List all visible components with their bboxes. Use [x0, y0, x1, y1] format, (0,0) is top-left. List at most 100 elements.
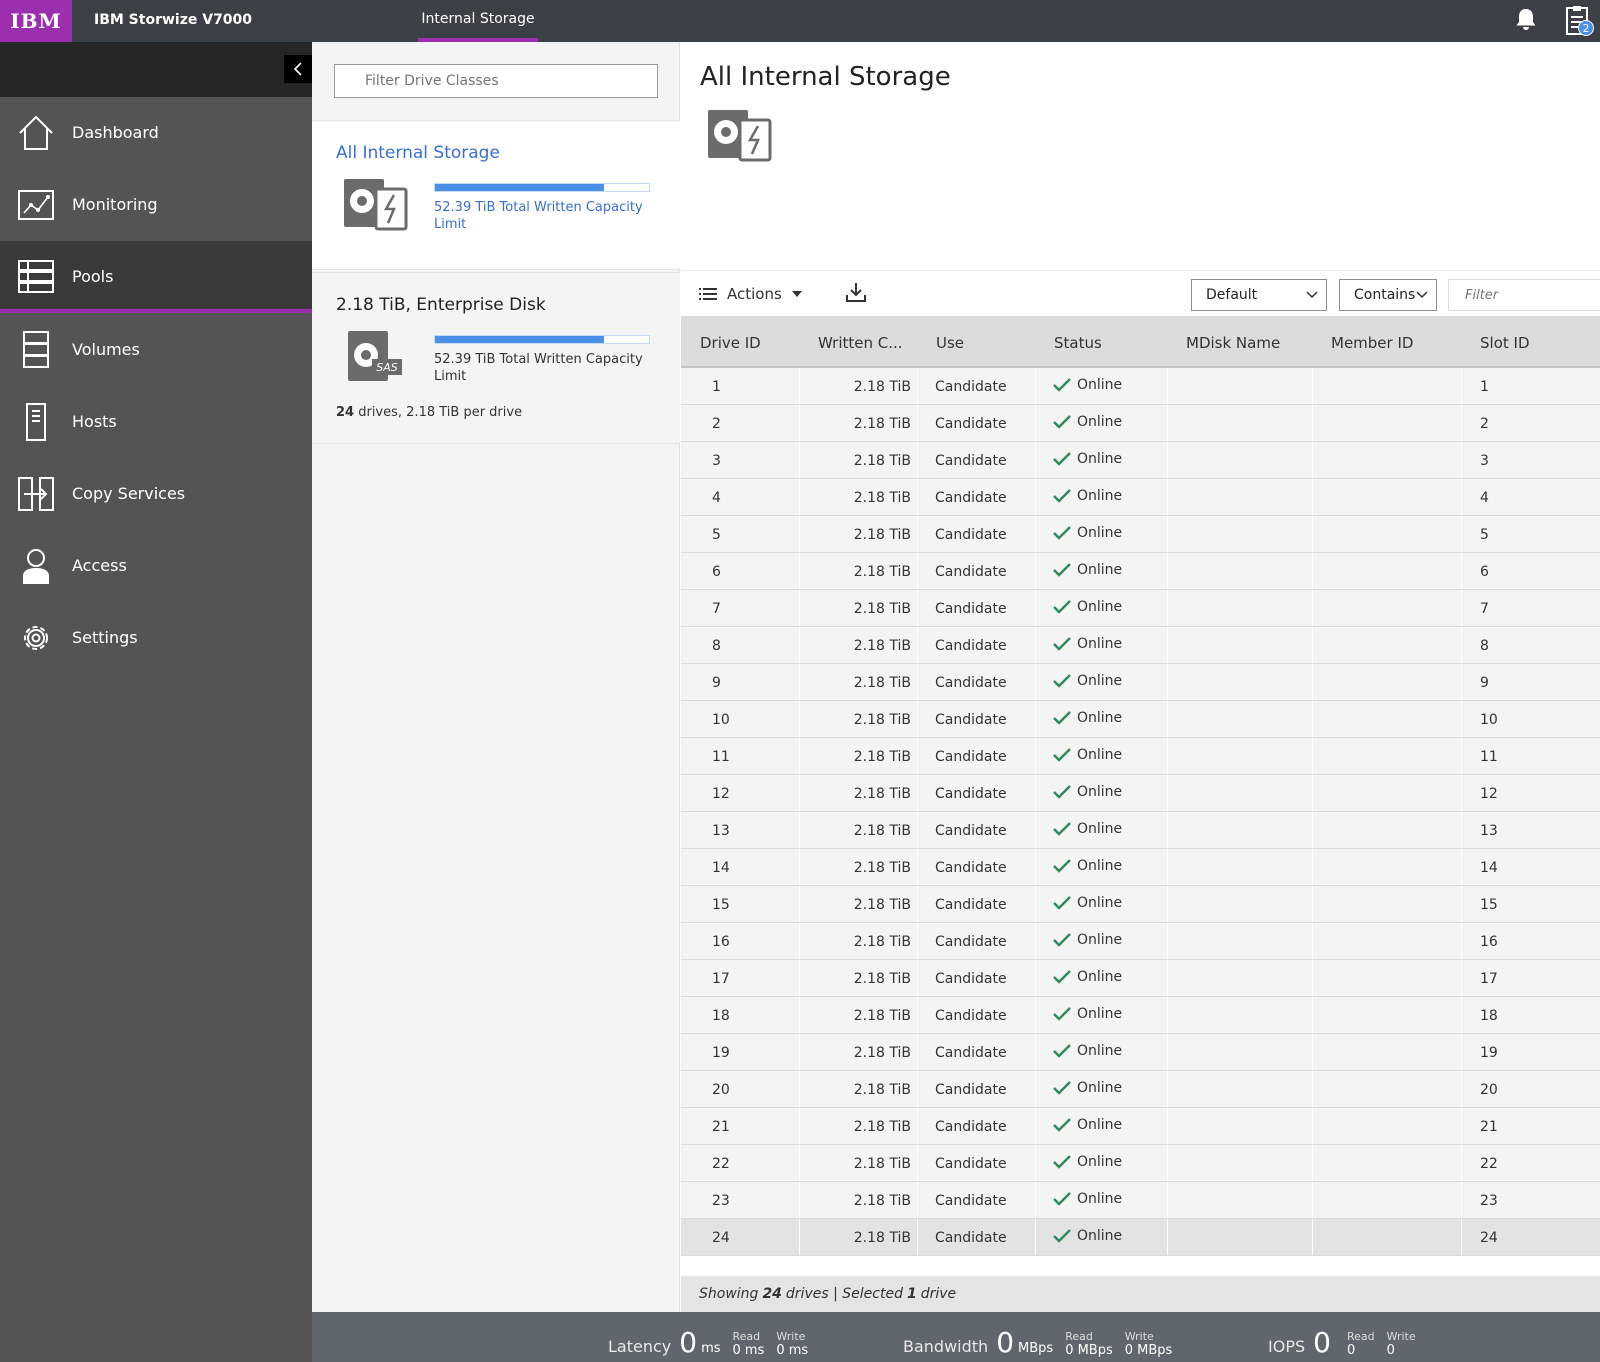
- actions-label: Actions: [727, 285, 782, 303]
- table-row[interactable]: 20 2.18 TiB Candidate Online 20: [681, 1071, 1600, 1108]
- bell-icon[interactable]: [1512, 6, 1540, 34]
- cell-drive-id: 5: [712, 527, 721, 543]
- bandwidth-metric[interactable]: Bandwidth 0 MBps Read 0 MBps Write 0 MBps: [903, 1320, 1184, 1359]
- table-row[interactable]: 10 2.18 TiB Candidate Online 10: [681, 701, 1600, 738]
- cell-slot-id: 7: [1480, 601, 1489, 617]
- sidebar-item-dashboard[interactable]: Dashboard: [0, 97, 312, 169]
- cell-slot-id: 3: [1480, 453, 1489, 469]
- drive-class-card-enterprise[interactable]: 2.18 TiB, Enterprise Disk SAS 52.39 TiB …: [312, 272, 680, 444]
- checkmark-icon: [1053, 1155, 1071, 1169]
- tab-internal-storage[interactable]: Internal Storage: [418, 0, 538, 42]
- column-separator: [1461, 1219, 1462, 1255]
- column-header-member-id[interactable]: Member ID: [1331, 334, 1413, 352]
- cell-slot-id: 1: [1480, 379, 1489, 395]
- table-row[interactable]: 21 2.18 TiB Candidate Online 21: [681, 1108, 1600, 1145]
- collapse-sidebar-button[interactable]: [284, 55, 312, 83]
- table-row[interactable]: 2 2.18 TiB Candidate Online 2: [681, 405, 1600, 442]
- column-separator: [1461, 886, 1462, 922]
- table-row[interactable]: 1 2.18 TiB Candidate Online 1: [681, 368, 1600, 405]
- column-separator: [917, 775, 918, 811]
- sidebar-item-hosts[interactable]: Hosts: [0, 386, 312, 458]
- table-row[interactable]: 14 2.18 TiB Candidate Online 14: [681, 849, 1600, 886]
- table-row[interactable]: 4 2.18 TiB Candidate Online 4: [681, 479, 1600, 516]
- cell-status: Online: [1053, 710, 1122, 726]
- column-separator: [1167, 368, 1168, 404]
- checkmark-icon: [1053, 1044, 1071, 1058]
- column-separator: [1167, 627, 1168, 663]
- table-row[interactable]: 17 2.18 TiB Candidate Online 17: [681, 960, 1600, 997]
- table-row[interactable]: 13 2.18 TiB Candidate Online 13: [681, 812, 1600, 849]
- column-separator: [799, 1071, 800, 1107]
- capacity-bar: [434, 335, 650, 344]
- copy-services-icon: [18, 477, 54, 511]
- actions-menu-button[interactable]: Actions: [699, 281, 802, 307]
- status-text: Online: [1077, 1191, 1123, 1207]
- iops-metric[interactable]: IOPS 0 Read 0 Write 0: [1268, 1320, 1428, 1359]
- ibm-logo[interactable]: IBM: [0, 0, 72, 42]
- download-icon[interactable]: [845, 281, 867, 303]
- cell-status: Online: [1053, 1154, 1122, 1170]
- latency-metric[interactable]: Latency 0 ms Read 0 ms Write 0 ms: [608, 1320, 820, 1359]
- table-row[interactable]: 9 2.18 TiB Candidate Online 9: [681, 664, 1600, 701]
- column-header-mdisk-name[interactable]: MDisk Name: [1186, 334, 1280, 352]
- table-row[interactable]: 11 2.18 TiB Candidate Online 11: [681, 738, 1600, 775]
- table-row[interactable]: 24 2.18 TiB Candidate Online 24: [681, 1219, 1600, 1256]
- sidebar-item-settings[interactable]: Settings: [0, 602, 312, 674]
- table-row[interactable]: 7 2.18 TiB Candidate Online 7: [681, 590, 1600, 627]
- column-header-status[interactable]: Status: [1054, 334, 1102, 352]
- cell-drive-id: 4: [712, 490, 721, 506]
- column-separator: [799, 923, 800, 959]
- column-separator: [1167, 516, 1168, 552]
- view-select[interactable]: Default: [1191, 279, 1327, 311]
- column-separator: [799, 849, 800, 885]
- column-separator: [1312, 368, 1313, 404]
- cell-slot-id: 16: [1480, 934, 1498, 950]
- cell-written-capacity: 2.18 TiB: [853, 1008, 911, 1024]
- table-row[interactable]: 3 2.18 TiB Candidate Online 3: [681, 442, 1600, 479]
- column-separator: [917, 738, 918, 774]
- column-header-slot-id[interactable]: Slot ID: [1480, 334, 1530, 352]
- table-row[interactable]: 18 2.18 TiB Candidate Online 18: [681, 997, 1600, 1034]
- footer-count: 24: [762, 1286, 782, 1302]
- sidebar-item-access[interactable]: Access: [0, 530, 312, 602]
- table-row[interactable]: 6 2.18 TiB Candidate Online 6: [681, 553, 1600, 590]
- table-row[interactable]: 19 2.18 TiB Candidate Online 19: [681, 1034, 1600, 1071]
- table-row[interactable]: 16 2.18 TiB Candidate Online 16: [681, 923, 1600, 960]
- cell-status: Online: [1053, 525, 1122, 541]
- sidebar-item-copy-services[interactable]: Copy Services: [0, 458, 312, 530]
- table-row[interactable]: 23 2.18 TiB Candidate Online 23: [681, 1182, 1600, 1219]
- cell-use: Candidate: [935, 564, 1007, 580]
- table-row[interactable]: 22 2.18 TiB Candidate Online 22: [681, 1145, 1600, 1182]
- table-row[interactable]: 5 2.18 TiB Candidate Online 5: [681, 516, 1600, 553]
- match-select[interactable]: Contains: [1339, 279, 1437, 311]
- table-row[interactable]: 8 2.18 TiB Candidate Online 8: [681, 627, 1600, 664]
- column-header-use[interactable]: Use: [936, 334, 964, 352]
- capacity-limit-text: 52.39 TiB Total Written Capacity Limit: [434, 352, 643, 384]
- status-text: Online: [1077, 636, 1123, 652]
- drive-classes-panel: All Internal Storage 52.39 TiB Total Wri…: [312, 42, 680, 1312]
- cell-drive-id: 16: [712, 934, 730, 950]
- sidebar-item-volumes[interactable]: Volumes: [0, 314, 312, 386]
- column-separator: [1461, 1034, 1462, 1070]
- filter-drive-classes-input[interactable]: [334, 64, 658, 98]
- sidebar-item-monitoring[interactable]: Monitoring: [0, 169, 312, 241]
- column-separator: [799, 1182, 800, 1218]
- column-header-drive-id[interactable]: Drive ID: [700, 334, 761, 352]
- filter-input[interactable]: [1448, 279, 1600, 311]
- cell-use: Candidate: [935, 860, 1007, 876]
- table-row[interactable]: 15 2.18 TiB Candidate Online 15: [681, 886, 1600, 923]
- column-separator: [1167, 1034, 1168, 1070]
- checkmark-icon: [1053, 1081, 1071, 1095]
- cell-written-capacity: 2.18 TiB: [853, 749, 911, 765]
- column-separator: [799, 553, 800, 589]
- sidebar-item-pools[interactable]: Pools: [0, 241, 312, 313]
- cell-written-capacity: 2.18 TiB: [853, 638, 911, 654]
- column-separator: [917, 1071, 918, 1107]
- column-separator: [917, 664, 918, 700]
- drive-class-card-all[interactable]: All Internal Storage 52.39 TiB Total Wri…: [312, 120, 680, 270]
- status-text: Online: [1077, 1006, 1123, 1022]
- footer-suffix: drive: [920, 1286, 957, 1302]
- cell-status: Online: [1053, 414, 1122, 430]
- table-row[interactable]: 12 2.18 TiB Candidate Online 12: [681, 775, 1600, 812]
- column-header-written-capacity[interactable]: Written C...: [818, 334, 903, 352]
